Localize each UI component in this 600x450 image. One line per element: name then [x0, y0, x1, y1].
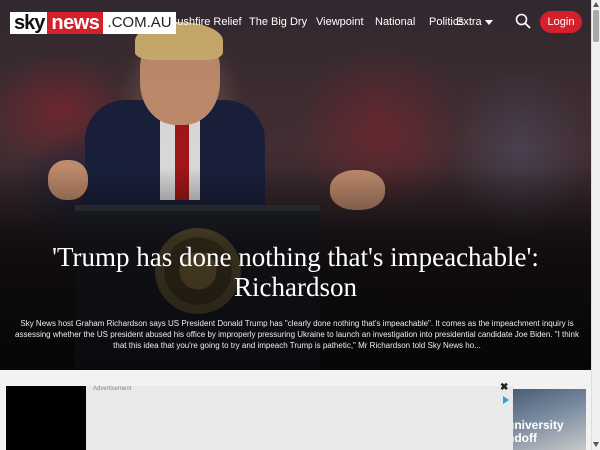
article-headline[interactable]: 'Trump has done nothing that's impeachab… [0, 242, 591, 302]
nav-the-big-dry[interactable]: The Big Dry [249, 16, 307, 28]
ad-thumbnail-caption: university ndoff [513, 419, 564, 445]
hero-image[interactable] [0, 0, 591, 370]
site-logo[interactable]: sky news .COM.AU [10, 12, 176, 34]
close-icon[interactable]: ✖ [500, 382, 508, 393]
ad-video-placeholder[interactable] [6, 386, 86, 450]
search-icon[interactable] [514, 12, 532, 30]
ad-thumb-line-2: ndoff [513, 431, 537, 445]
scroll-down-arrow-icon[interactable] [593, 442, 599, 447]
logo-sky: sky [10, 12, 48, 34]
top-navbar: sky news .COM.AU Bushfire Relief The Big… [0, 0, 591, 44]
scroll-up-arrow-icon[interactable] [593, 2, 599, 7]
nav-extra[interactable]: Extra [456, 16, 493, 28]
ad-panel[interactable] [86, 386, 513, 450]
nav-national[interactable]: National [375, 16, 415, 28]
hero-shade [0, 0, 591, 370]
headline-line-2: Richardson [234, 272, 357, 302]
ad-thumbnail[interactable]: university ndoff [513, 389, 586, 450]
nav-viewpoint[interactable]: Viewpoint [316, 16, 364, 28]
adchoices-icon[interactable] [503, 396, 509, 404]
scroll-thumb[interactable] [593, 10, 599, 42]
logo-news: news [47, 12, 104, 34]
page-scrollbar[interactable] [591, 0, 600, 450]
nav-bushfire-relief[interactable]: Bushfire Relief [170, 16, 242, 28]
headline-line-1: 'Trump has done nothing that's impeachab… [52, 242, 539, 272]
logo-domain: .COM.AU [103, 12, 176, 34]
article-summary: Sky News host Graham Richardson says US … [15, 319, 579, 350]
ad-label: Advertisement [93, 386, 132, 392]
nav-extra-label: Extra [456, 16, 482, 28]
login-button[interactable]: Login [540, 11, 582, 33]
chevron-down-icon [484, 19, 493, 25]
